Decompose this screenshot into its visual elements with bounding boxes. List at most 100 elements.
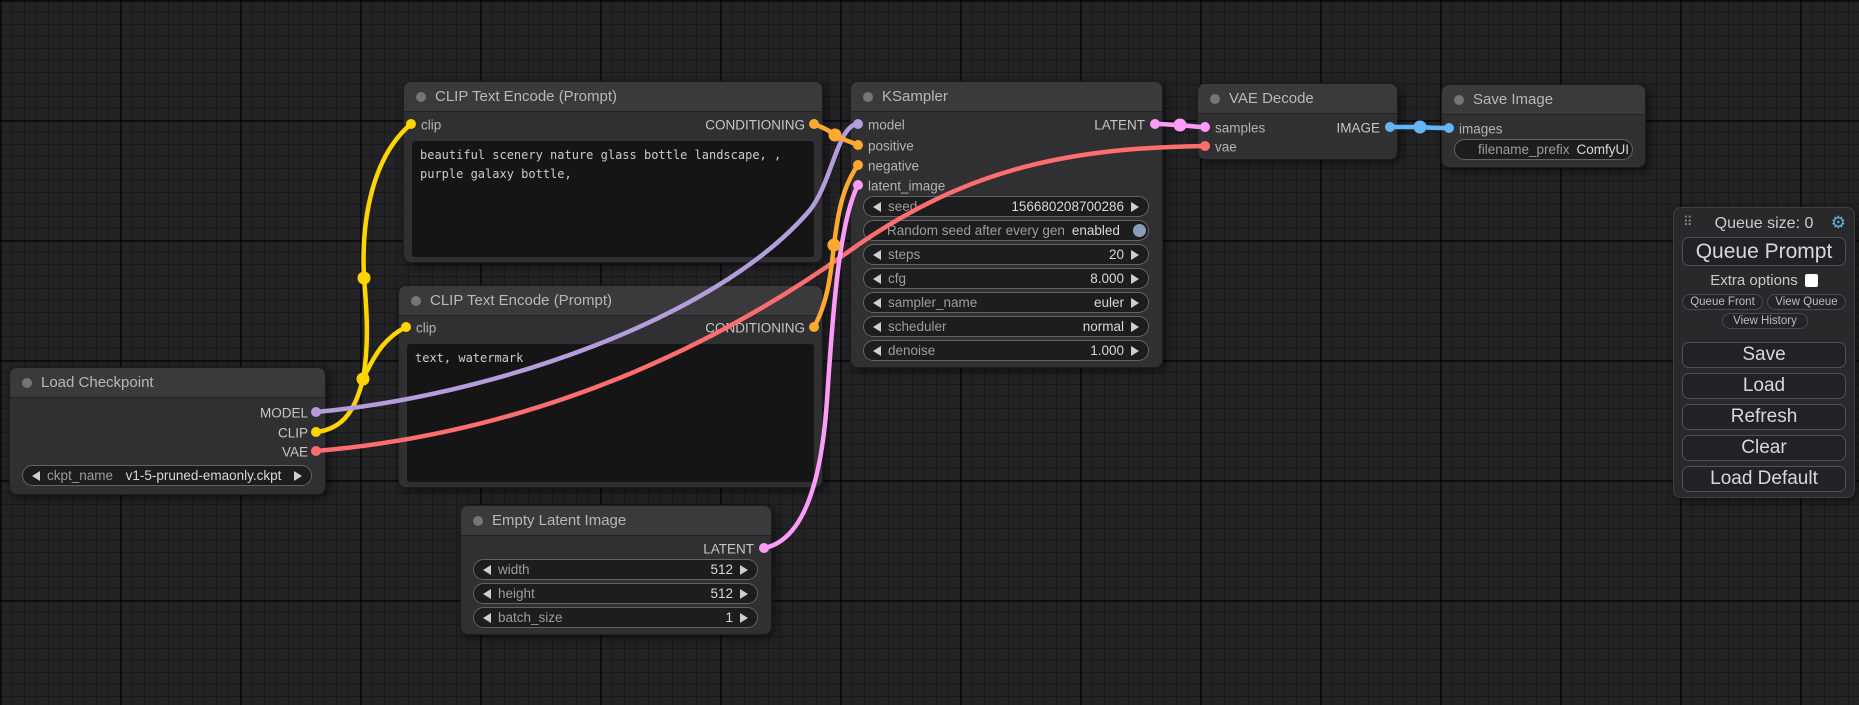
decrement-arrow-icon[interactable] (483, 565, 491, 575)
extra-options-checkbox[interactable] (1805, 274, 1818, 287)
output-label-latent: LATENT (703, 542, 754, 557)
widget-value: 8.000 (1090, 271, 1124, 286)
cfg-widget[interactable]: cfg 8.000 (863, 268, 1149, 289)
widget-label: batch_size (498, 610, 563, 625)
increment-arrow-icon[interactable] (1131, 322, 1139, 332)
output-label-clip: CLIP (278, 426, 308, 441)
widget-value: ComfyUI (1577, 142, 1630, 157)
decrement-arrow-icon[interactable] (873, 298, 881, 308)
ckpt-name-widget[interactable]: ckpt_name v1-5-pruned-emaonly.ckpt (22, 465, 312, 486)
widget-label: height (498, 586, 535, 601)
queue-panel[interactable]: ⠿ Queue size: 0 ⚙ Queue Prompt Extra opt… (1673, 207, 1855, 498)
view-history-button[interactable]: View History (1722, 313, 1808, 329)
filename-prefix-widget[interactable]: filename_prefix ComfyUI (1454, 139, 1633, 160)
decrement-arrow-icon[interactable] (873, 346, 881, 356)
batch-size-widget[interactable]: batch_size 1 (473, 607, 758, 628)
increment-arrow-icon[interactable] (1131, 250, 1139, 260)
node-title: Load Checkpoint (41, 374, 154, 391)
node-title-bar[interactable]: Empty Latent Image (461, 506, 771, 536)
input-label-clip: clip (416, 321, 436, 336)
denoise-widget[interactable]: denoise 1.000 (863, 340, 1149, 361)
node-vae-decode[interactable]: VAE Decode samples vae IMAGE (1197, 83, 1398, 160)
collapse-dot-icon[interactable] (1454, 95, 1464, 105)
node-empty-latent-image[interactable]: Empty Latent Image LATENT width 512 heig… (460, 505, 772, 635)
node-save-image[interactable]: Save Image images filename_prefix ComfyU… (1441, 84, 1646, 168)
toggle-dot-icon[interactable] (1133, 224, 1146, 237)
reroute-dot[interactable] (357, 373, 370, 386)
reroute-dot[interactable] (1174, 119, 1187, 132)
increment-arrow-icon[interactable] (294, 471, 302, 481)
queue-size-label: Queue size: 0 (1674, 215, 1854, 233)
load-button[interactable]: Load (1682, 373, 1846, 399)
decrement-arrow-icon[interactable] (873, 202, 881, 212)
wire-clip-to-positive-encode (316, 124, 411, 432)
widget-value: 512 (710, 586, 733, 601)
collapse-dot-icon[interactable] (863, 92, 873, 102)
reroute-dot[interactable] (1414, 121, 1427, 134)
increment-arrow-icon[interactable] (740, 613, 748, 623)
widget-value: 1 (725, 610, 733, 625)
prompt-textarea[interactable]: beautiful scenery nature glass bottle la… (412, 141, 814, 257)
widget-label: steps (888, 247, 920, 262)
node-ksampler[interactable]: KSampler model positive negative latent_… (850, 81, 1163, 368)
load-default-button[interactable]: Load Default (1682, 466, 1846, 492)
collapse-dot-icon[interactable] (411, 296, 421, 306)
height-widget[interactable]: height 512 (473, 583, 758, 604)
increment-arrow-icon[interactable] (1131, 346, 1139, 356)
clear-button[interactable]: Clear (1682, 435, 1846, 461)
input-label-vae: vae (1215, 140, 1237, 155)
node-title-bar[interactable]: KSampler (851, 82, 1162, 112)
decrement-arrow-icon[interactable] (873, 274, 881, 284)
steps-widget[interactable]: steps 20 (863, 244, 1149, 265)
random-seed-widget[interactable]: Random seed after every gen enabled (863, 220, 1149, 241)
prompt-textarea[interactable]: text, watermark (407, 344, 814, 482)
settings-gear-icon[interactable]: ⚙ (1831, 213, 1846, 233)
increment-arrow-icon[interactable] (1131, 202, 1139, 212)
queue-front-button[interactable]: Queue Front (1682, 294, 1763, 310)
increment-arrow-icon[interactable] (1131, 274, 1139, 284)
increment-arrow-icon[interactable] (740, 589, 748, 599)
collapse-dot-icon[interactable] (22, 378, 32, 388)
output-label-conditioning: CONDITIONING (705, 321, 805, 336)
reroute-dot[interactable] (829, 129, 842, 142)
output-label-vae: VAE (282, 445, 308, 460)
widget-value: 512 (710, 562, 733, 577)
view-queue-button[interactable]: View Queue (1767, 294, 1846, 310)
seed-widget[interactable]: seed 156680208700286 (863, 196, 1149, 217)
decrement-arrow-icon[interactable] (32, 471, 40, 481)
decrement-arrow-icon[interactable] (873, 322, 881, 332)
width-widget[interactable]: width 512 (473, 559, 758, 580)
node-load-checkpoint[interactable]: Load Checkpoint MODEL CLIP VAE ckpt_name… (9, 367, 326, 495)
reroute-dot[interactable] (358, 272, 371, 285)
node-title-bar[interactable]: CLIP Text Encode (Prompt) (404, 82, 822, 112)
node-clip-text-encode-positive[interactable]: CLIP Text Encode (Prompt) clip CONDITION… (403, 81, 823, 263)
node-clip-text-encode-negative[interactable]: CLIP Text Encode (Prompt) clip CONDITION… (398, 285, 823, 488)
widget-label: sampler_name (888, 295, 977, 310)
node-title: Save Image (1473, 91, 1553, 108)
increment-arrow-icon[interactable] (1131, 298, 1139, 308)
node-title-bar[interactable]: Save Image (1442, 85, 1645, 115)
refresh-button[interactable]: Refresh (1682, 404, 1846, 430)
save-button[interactable]: Save (1682, 342, 1846, 368)
output-label-conditioning: CONDITIONING (705, 118, 805, 133)
reroute-dot[interactable] (828, 239, 841, 252)
node-title-bar[interactable]: VAE Decode (1198, 84, 1397, 114)
widget-value: 156680208700286 (1011, 199, 1124, 214)
node-title-bar[interactable]: Load Checkpoint (10, 368, 325, 398)
scheduler-widget[interactable]: scheduler normal (863, 316, 1149, 337)
node-title-bar[interactable]: CLIP Text Encode (Prompt) (399, 286, 822, 316)
output-label-latent: LATENT (1094, 118, 1145, 133)
decrement-arrow-icon[interactable] (483, 589, 491, 599)
node-title: CLIP Text Encode (Prompt) (430, 292, 612, 309)
sampler-name-widget[interactable]: sampler_name euler (863, 292, 1149, 313)
increment-arrow-icon[interactable] (740, 565, 748, 575)
queue-prompt-button[interactable]: Queue Prompt (1682, 237, 1846, 266)
collapse-dot-icon[interactable] (416, 92, 426, 102)
decrement-arrow-icon[interactable] (873, 250, 881, 260)
widget-value: 20 (1109, 247, 1124, 262)
input-label-model: model (868, 118, 905, 133)
collapse-dot-icon[interactable] (473, 516, 483, 526)
decrement-arrow-icon[interactable] (483, 613, 491, 623)
widget-label: ckpt_name (47, 468, 113, 483)
collapse-dot-icon[interactable] (1210, 94, 1220, 104)
